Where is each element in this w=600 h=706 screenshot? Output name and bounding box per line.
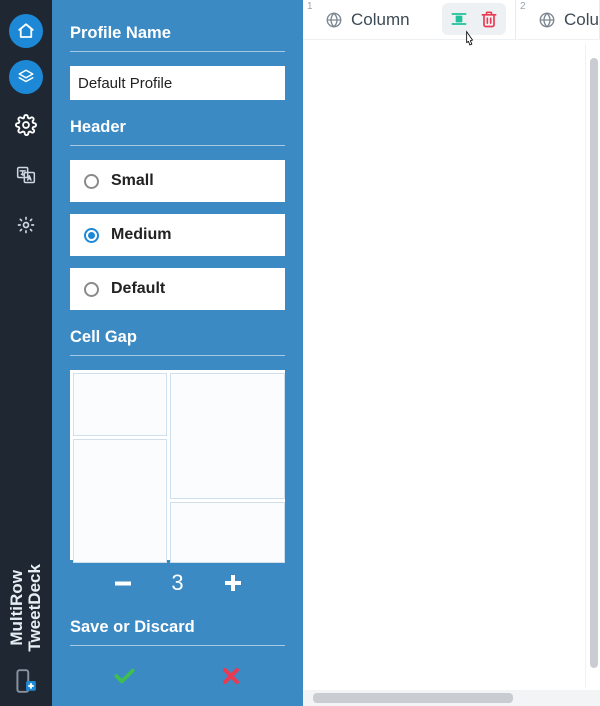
preview-cell [73,439,167,563]
minus-icon [111,571,135,595]
cross-icon [219,664,243,688]
preview-cell [170,502,285,563]
discard-button[interactable] [196,660,266,692]
mobile-add-icon [12,668,38,694]
column-header-2[interactable]: 2 Colu [516,0,600,39]
home-icon [17,22,35,40]
radio-icon [84,282,99,297]
column-title: Column [351,10,410,30]
brand-label: MultiRowTweetDeck [8,564,44,652]
preview-cell [170,373,285,499]
header-option-medium[interactable]: Medium [70,214,285,256]
radio-label: Medium [111,226,171,244]
cell-gap-heading: Cell Gap [70,328,285,347]
rail-home-button[interactable] [9,14,43,48]
column-title: Colu [564,10,599,30]
header-option-small[interactable]: Small [70,160,285,202]
cell-gap-value: 3 [168,570,188,596]
brightness-icon [16,215,36,235]
translate-icon [16,165,36,185]
save-discard-heading: Save or Discard [70,618,285,637]
column-index: 1 [307,1,313,12]
divider [70,355,285,356]
scrollbar-thumb[interactable] [590,58,598,668]
horizontal-scrollbar[interactable] [303,690,600,706]
rail-mobile-add-button[interactable] [8,664,42,698]
rail-translate-button[interactable] [9,158,43,192]
gear-icon [15,114,37,136]
divider [70,645,285,646]
save-button[interactable] [89,660,159,692]
header-option-default[interactable]: Default [70,268,285,310]
align-tool-icon [449,9,469,29]
increase-button[interactable] [216,566,250,600]
columns-area: 1 Column 2 Colu [303,0,600,706]
header-heading: Header [70,118,285,137]
globe-icon [538,11,556,29]
profile-name-input[interactable] [70,66,285,100]
column-delete-button[interactable] [476,6,502,32]
cell-gap-stepper: 3 [70,566,285,600]
rail-settings-button[interactable] [9,108,43,142]
profile-name-heading: Profile Name [70,24,285,43]
side-rail: MultiRowTweetDeck [0,0,52,706]
save-discard-actions [70,660,285,692]
vertical-scrollbar[interactable] [588,44,600,688]
layers-icon [17,68,35,86]
cell-gap-preview [70,370,285,560]
divider [70,145,285,146]
globe-icon [325,11,343,29]
radio-label: Default [111,280,165,298]
column-index: 2 [520,1,526,12]
divider [70,51,285,52]
settings-panel: Profile Name Header Small Medium Default… [52,0,303,706]
rail-layers-button[interactable] [9,60,43,94]
column-toolbar [442,3,506,35]
column-align-button[interactable] [446,6,472,32]
column-content [303,44,586,688]
scrollbar-thumb[interactable] [313,693,513,703]
radio-icon [84,174,99,189]
preview-cell [73,373,167,436]
radio-icon [84,228,99,243]
decrease-button[interactable] [106,566,140,600]
plus-icon [221,571,245,595]
radio-label: Small [111,172,154,190]
trash-icon [479,9,499,29]
rail-brightness-button[interactable] [9,208,43,242]
check-icon [111,663,137,689]
